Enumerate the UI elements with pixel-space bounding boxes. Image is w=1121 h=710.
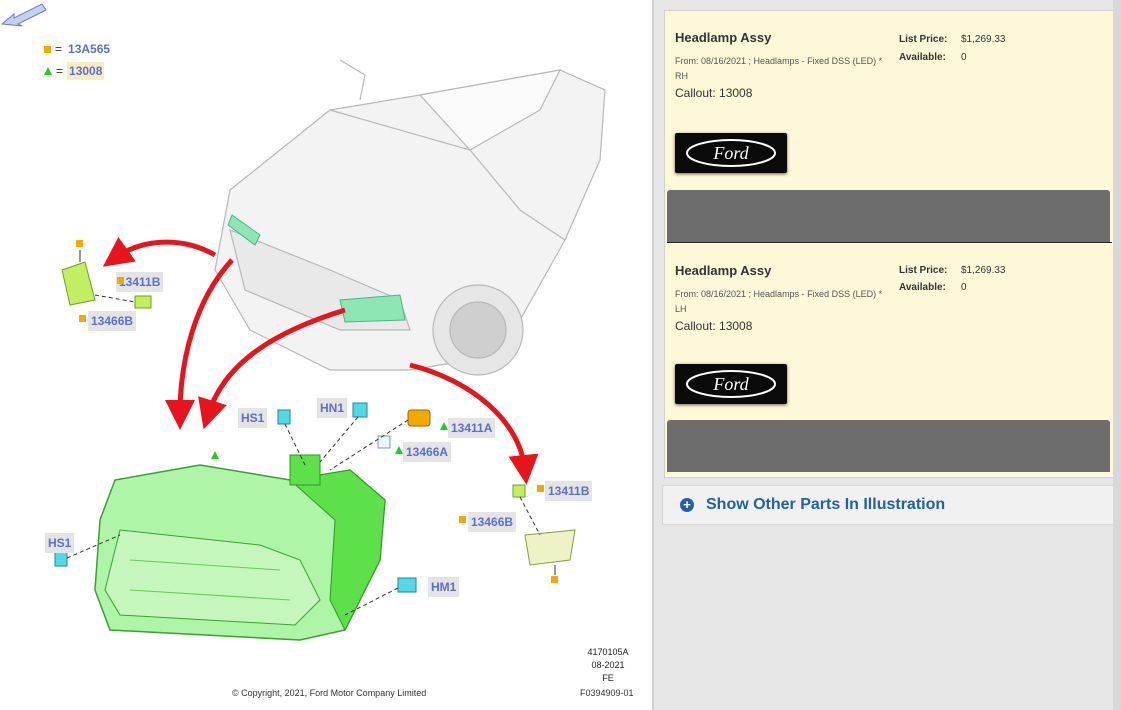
copyright-text: © Copyright, 2021, Ford Motor Company Li… xyxy=(232,688,427,698)
available-value: 0 xyxy=(961,282,967,293)
callout-hn1[interactable]: HN1 xyxy=(317,398,348,418)
part-description: From: 08/16/2021 ; Headlamps - Fixed DSS… xyxy=(675,289,883,314)
part-callout: Callout: 13008 xyxy=(675,319,753,333)
ford-oval-icon: Ford xyxy=(686,139,776,167)
divider xyxy=(667,242,1112,243)
square-marker-icon xyxy=(76,240,83,247)
triangle-marker-icon xyxy=(440,422,448,430)
callout-hm1[interactable]: HM1 xyxy=(428,577,460,597)
square-marker-icon xyxy=(459,516,466,523)
square-marker-icon xyxy=(117,277,124,284)
view-direction-arrow-icon xyxy=(0,3,47,27)
legend-equals: = xyxy=(55,42,63,56)
callout-13466b-right[interactable]: 13466B xyxy=(468,512,517,532)
part-callout: Callout: 13008 xyxy=(675,86,753,100)
figure-number: 4170105A xyxy=(587,647,629,657)
callout-hs1-left[interactable]: HS1 xyxy=(45,533,75,553)
callout-13411a[interactable]: 13411A xyxy=(448,418,496,438)
list-price-label: List Price: xyxy=(899,34,948,45)
part-title[interactable]: Headlamp Assy xyxy=(675,30,771,45)
figure-meta: 4170105A 08-2021 FE xyxy=(582,646,634,685)
brand-text: Ford xyxy=(712,374,749,394)
callout-13466b-left[interactable]: 13466B xyxy=(88,311,137,331)
vehicle-drawing xyxy=(214,59,606,376)
callout-13411b-right[interactable]: 13411B xyxy=(545,481,593,501)
legend-code[interactable]: 13A565 xyxy=(66,40,112,58)
figure-code: FE xyxy=(602,673,614,683)
list-price-value: $1,269.33 xyxy=(961,265,1006,276)
legend-code-highlighted[interactable]: 13008 xyxy=(67,62,105,80)
figure-id: F0394909-01 xyxy=(580,688,634,698)
page-scrollbar[interactable] xyxy=(1113,0,1121,710)
callout-13466a[interactable]: 13466A xyxy=(403,442,452,462)
available-label: Available: xyxy=(899,52,946,63)
list-price-label: List Price: xyxy=(899,265,948,276)
vehicle-diagram xyxy=(54,59,606,641)
part-title[interactable]: Headlamp Assy xyxy=(675,263,771,278)
figure-date: 08-2021 xyxy=(591,660,625,670)
show-other-parts-button[interactable]: + Show Other Parts In Illustration xyxy=(662,485,1117,525)
plus-circle-icon: + xyxy=(680,498,694,512)
available-label: Available: xyxy=(899,282,946,293)
ford-logo: Ford xyxy=(675,133,787,173)
brand-text: Ford xyxy=(712,143,749,163)
ford-oval-icon: Ford xyxy=(686,370,776,398)
callout-hs1-top[interactable]: HS1 xyxy=(238,408,268,428)
parts-list: Headlamp Assy From: 08/16/2021 ; Headlam… xyxy=(664,10,1115,478)
parts-panel: Headlamp Assy From: 08/16/2021 ; Headlam… xyxy=(656,0,1121,710)
square-marker-icon xyxy=(44,45,51,53)
legend-row-13008: = 13008 xyxy=(44,62,105,80)
show-other-parts-label: Show Other Parts In Illustration xyxy=(706,496,946,513)
triangle-marker-icon xyxy=(395,446,403,454)
square-marker-icon xyxy=(79,315,86,322)
legend-equals: = xyxy=(56,64,64,78)
parts-illustration: = 13A565 = 13008 13411B 13466B HS1 HN1 1… xyxy=(0,0,654,710)
legend-row-13a565: = 13A565 xyxy=(44,40,112,58)
part-card: Headlamp Assy From: 08/16/2021 ; Headlam… xyxy=(665,11,1114,242)
square-marker-icon xyxy=(537,485,544,492)
available-value: 0 xyxy=(961,52,967,63)
triangle-marker-icon xyxy=(211,451,219,459)
part-card: Headlamp Assy From: 08/16/2021 ; Headlam… xyxy=(665,244,1114,475)
add-to-cart-bar[interactable] xyxy=(667,190,1110,242)
ford-logo: Ford xyxy=(675,364,787,404)
triangle-marker-icon xyxy=(44,67,52,75)
square-marker-icon xyxy=(551,576,558,583)
part-description: From: 08/16/2021 ; Headlamps - Fixed DSS… xyxy=(675,56,883,81)
add-to-cart-bar[interactable] xyxy=(667,420,1110,472)
headlamp-assembly xyxy=(94,454,386,641)
list-price-value: $1,269.33 xyxy=(961,34,1006,45)
